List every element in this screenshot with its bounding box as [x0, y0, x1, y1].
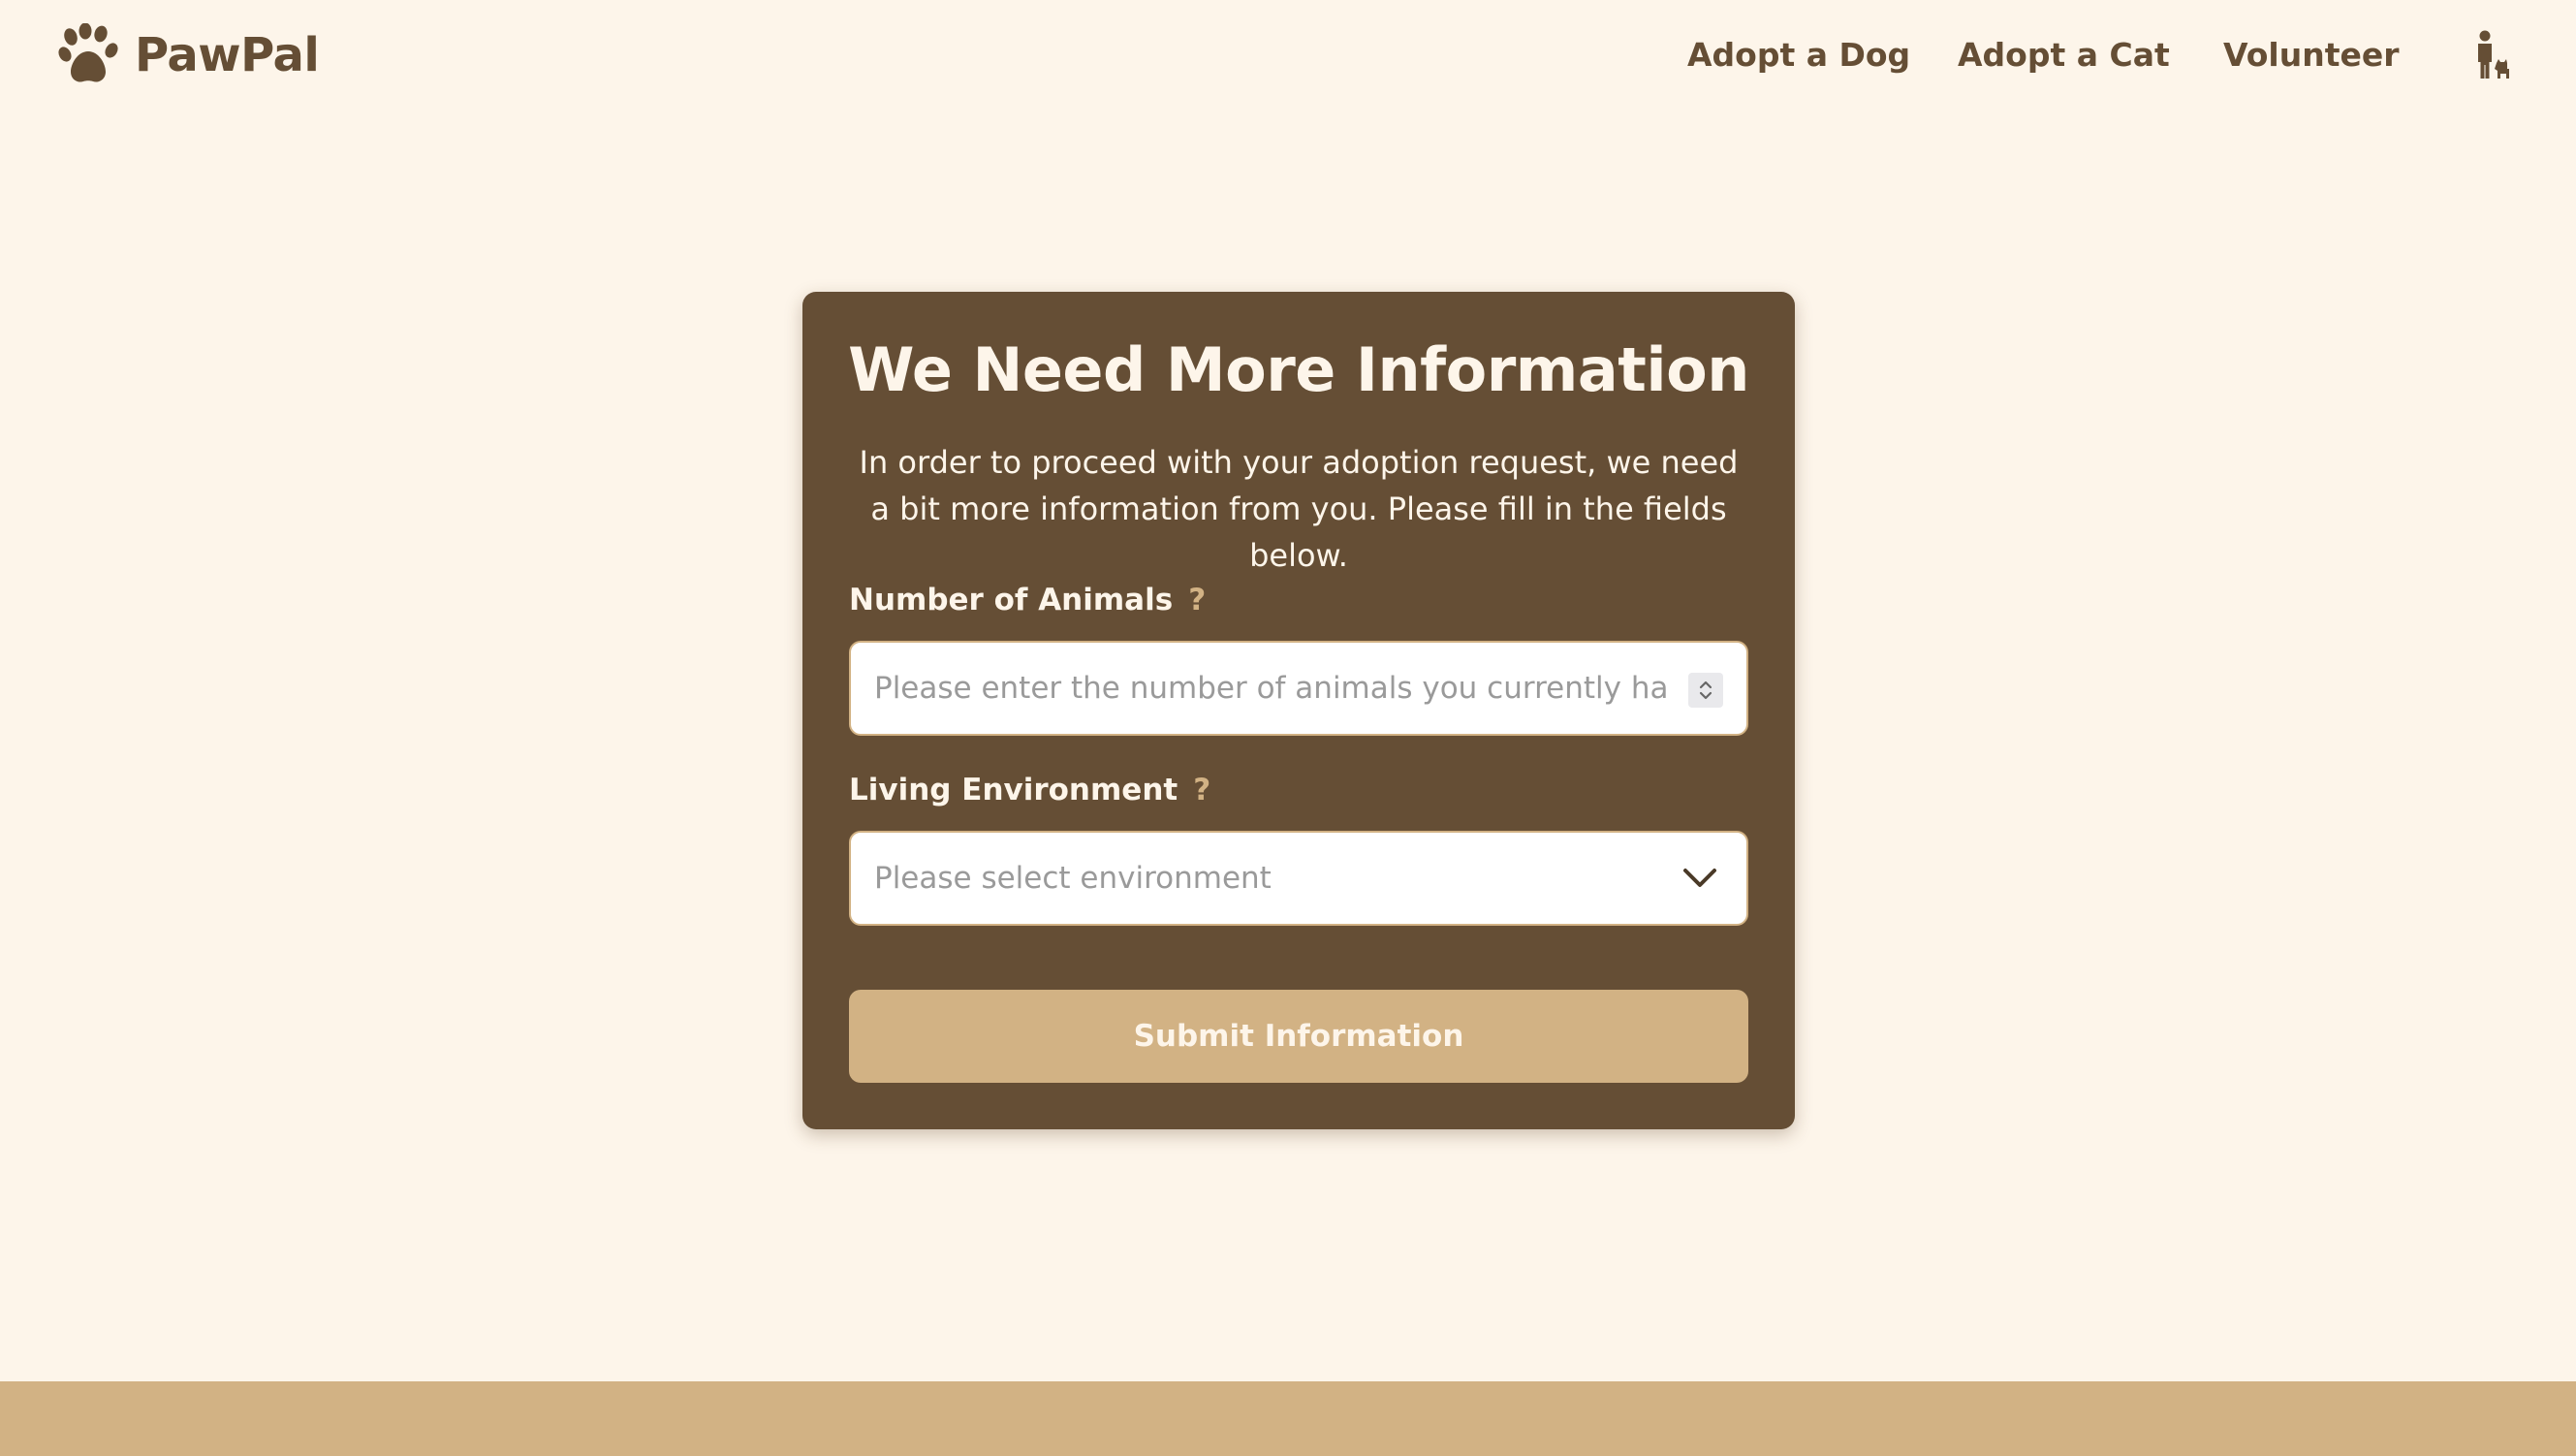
card-title: We Need More Information [848, 334, 1749, 405]
help-icon[interactable]: ? [1188, 583, 1206, 617]
brand-logo[interactable]: PawPal [58, 23, 320, 87]
field-label-text: Number of Animals [849, 583, 1174, 617]
more-info-card: We Need More Information In order to pro… [802, 292, 1795, 1129]
number-of-animals-field [849, 641, 1748, 736]
number-of-animals-label: Number of Animals ? [849, 583, 1206, 617]
nav-volunteer[interactable]: Volunteer [2223, 25, 2400, 85]
number-stepper-icon[interactable] [1688, 673, 1723, 708]
nav-adopt-cat[interactable]: Adopt a Cat [1958, 25, 2170, 85]
chevron-down-icon [1681, 865, 1719, 892]
help-icon[interactable]: ? [1193, 773, 1210, 807]
field-label-text: Living Environment [849, 773, 1178, 807]
living-environment-label: Living Environment ? [849, 773, 1210, 807]
brand-name: PawPal [135, 28, 320, 82]
person-with-dog-icon[interactable] [2472, 30, 2511, 80]
site-footer [0, 1381, 2576, 1456]
nav-adopt-dog[interactable]: Adopt a Dog [1687, 25, 1910, 85]
number-of-animals-input[interactable] [874, 643, 1669, 734]
select-value: Please select environment [874, 861, 1272, 896]
paw-icon [58, 23, 118, 87]
card-description: In order to proceed with your adoption r… [859, 444, 1739, 574]
submit-button[interactable]: Submit Information [849, 990, 1748, 1083]
site-header: PawPal Adopt a Dog Adopt a Cat Volunteer [0, 0, 2576, 111]
living-environment-select[interactable]: Please select environment [849, 831, 1748, 926]
